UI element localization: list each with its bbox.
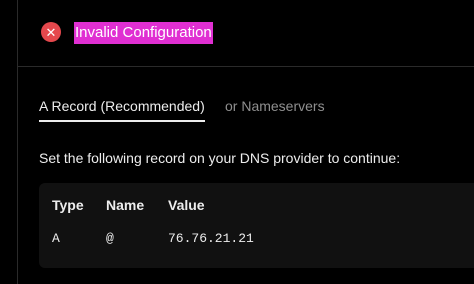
tab-a-record[interactable]: A Record (Recommended) — [39, 96, 205, 122]
status-title: Invalid Configuration — [74, 22, 213, 44]
x-circle-icon: ✕ — [41, 22, 61, 42]
domain-config-panel: ✕ Invalid Configuration A Record (Recomm… — [17, 0, 474, 284]
column-header-value: Value — [168, 197, 205, 213]
record-value[interactable]: 76.76.21.21 — [168, 231, 254, 246]
record-name: @ — [106, 231, 114, 246]
status-header: ✕ Invalid Configuration — [18, 0, 474, 67]
record-type: A — [52, 231, 60, 246]
instruction-text: Set the following record on your DNS pro… — [39, 150, 401, 166]
record-tabs: A Record (Recommended) or Nameservers — [39, 96, 474, 122]
dns-record-table: Type Name Value A @ 76.76.21.21 — [39, 183, 474, 268]
tab-nameservers[interactable]: or Nameservers — [225, 96, 325, 122]
column-header-type: Type — [52, 197, 84, 213]
column-header-name: Name — [106, 197, 145, 213]
